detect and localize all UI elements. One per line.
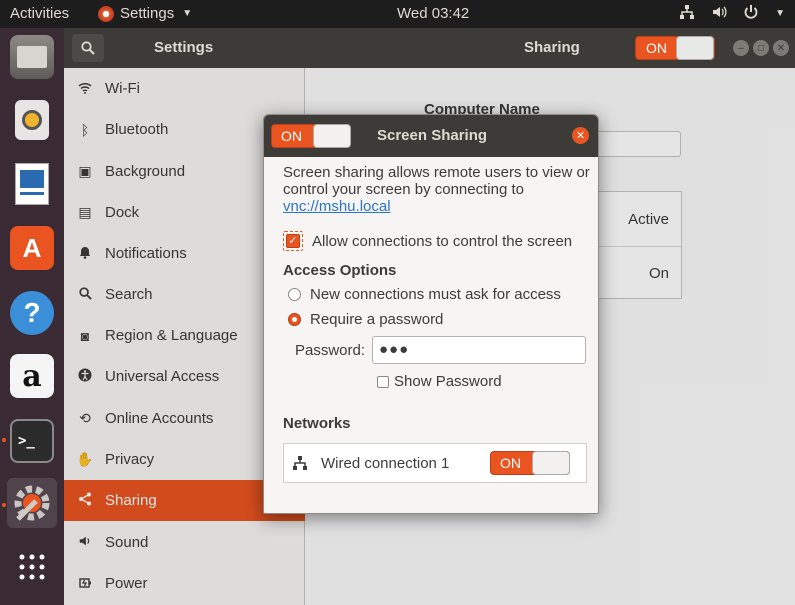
settings-title: Settings [154, 39, 214, 56]
dock-amazon[interactable]: a [7, 351, 57, 401]
dialog-title: Screen Sharing [377, 127, 488, 144]
radio-ask-access[interactable]: New connections must ask for access [288, 286, 561, 303]
dock-files[interactable] [7, 32, 57, 82]
password-field[interactable]: ●●● [372, 336, 586, 364]
dialog-description: Screen sharing allows remote users to vi… [283, 164, 593, 215]
screen-sharing-toggle[interactable]: ON [271, 124, 351, 148]
dock-terminal[interactable]: >_ [7, 416, 57, 466]
allow-control-row[interactable]: ✓ Allow connections to control the scree… [283, 231, 572, 251]
settings-app-icon [98, 5, 114, 22]
radio-require-password[interactable]: Require a password [288, 311, 443, 328]
radio-button[interactable] [288, 288, 301, 301]
terminal-icon: >_ [10, 419, 54, 463]
networks-title: Networks [283, 415, 351, 432]
radio-label: New connections must ask for access [310, 286, 561, 303]
dialog-header: ON Screen Sharing ✕ [264, 115, 598, 157]
screen-sharing-dialog: ON Screen Sharing ✕ Screen sharing allow… [263, 114, 599, 514]
system-tray[interactable]: ▼ [679, 4, 785, 23]
radio-button[interactable] [288, 313, 301, 326]
show-password-label: Show Password [394, 373, 502, 390]
close-button[interactable]: ✕ [773, 40, 789, 56]
toggle-label: ON [500, 455, 521, 471]
network-name: Wired connection 1 [321, 455, 450, 472]
panel-title: Sharing [524, 39, 580, 56]
power-icon[interactable] [743, 4, 759, 23]
chevron-down-icon[interactable]: ▼ [775, 8, 785, 19]
show-password-checkbox[interactable] [377, 375, 389, 388]
dock-writer[interactable] [7, 159, 57, 209]
volume-icon[interactable] [711, 4, 727, 23]
check-icon: ✓ [286, 234, 300, 248]
app-menu-label: Settings [120, 5, 175, 22]
close-icon[interactable]: ✕ [572, 127, 589, 144]
show-password-row[interactable]: Show Password [377, 373, 502, 390]
allow-control-label: Allow connections to control the screen [312, 232, 573, 250]
running-indicator [2, 438, 6, 442]
running-indicator [2, 503, 6, 507]
show-apps-icon [10, 545, 54, 589]
toggle-knob [676, 36, 714, 60]
dock-settings[interactable] [7, 478, 57, 528]
window-controls: – □ ✕ [733, 40, 789, 56]
dock-help[interactable]: ? [7, 288, 57, 338]
amazon-icon: a [10, 354, 54, 398]
settings-icon [10, 481, 54, 525]
software-center-icon: A [10, 226, 54, 270]
wired-network-icon [292, 455, 308, 474]
dock-rhythmbox[interactable] [7, 95, 57, 145]
toggle-label: ON [281, 128, 302, 144]
search-icon [81, 41, 95, 55]
minimize-button[interactable]: – [733, 40, 749, 56]
password-label: Password: [295, 342, 366, 359]
sharing-toggle[interactable]: ON [635, 36, 715, 60]
network-icon[interactable] [679, 4, 695, 23]
toggle-label: ON [646, 40, 667, 56]
description-text: Screen sharing allows remote users to vi… [283, 164, 590, 198]
allow-control-checkbox[interactable]: ✓ [283, 231, 303, 251]
chevron-down-icon: ▼ [182, 8, 193, 19]
maximize-button[interactable]: □ [753, 40, 769, 56]
network-toggle[interactable]: ON [490, 451, 570, 475]
rhythmbox-icon [10, 98, 54, 142]
top-bar: Activities Settings ▼ Wed 03:42 ▼ [0, 0, 795, 28]
libreoffice-writer-icon [10, 162, 54, 206]
access-options-title: Access Options [283, 262, 397, 279]
toggle-knob [313, 124, 351, 148]
dock-software[interactable]: A [7, 223, 57, 273]
toggle-knob [532, 451, 570, 475]
help-icon: ? [10, 291, 54, 335]
network-row: Wired connection 1 ON [283, 443, 587, 483]
app-menu[interactable]: Settings ▼ [98, 5, 192, 22]
activities-button[interactable]: Activities [10, 5, 69, 22]
vnc-link[interactable]: vnc://mshu.local [283, 198, 391, 215]
radio-label: Require a password [310, 311, 444, 328]
search-button[interactable] [72, 34, 104, 62]
clock[interactable]: Wed 03:42 [397, 5, 469, 22]
files-icon [10, 35, 54, 79]
window-header: Settings Sharing ON – □ ✕ [64, 28, 795, 68]
dock: A ? a >_ [0, 28, 64, 605]
dock-show-apps[interactable] [7, 542, 57, 592]
